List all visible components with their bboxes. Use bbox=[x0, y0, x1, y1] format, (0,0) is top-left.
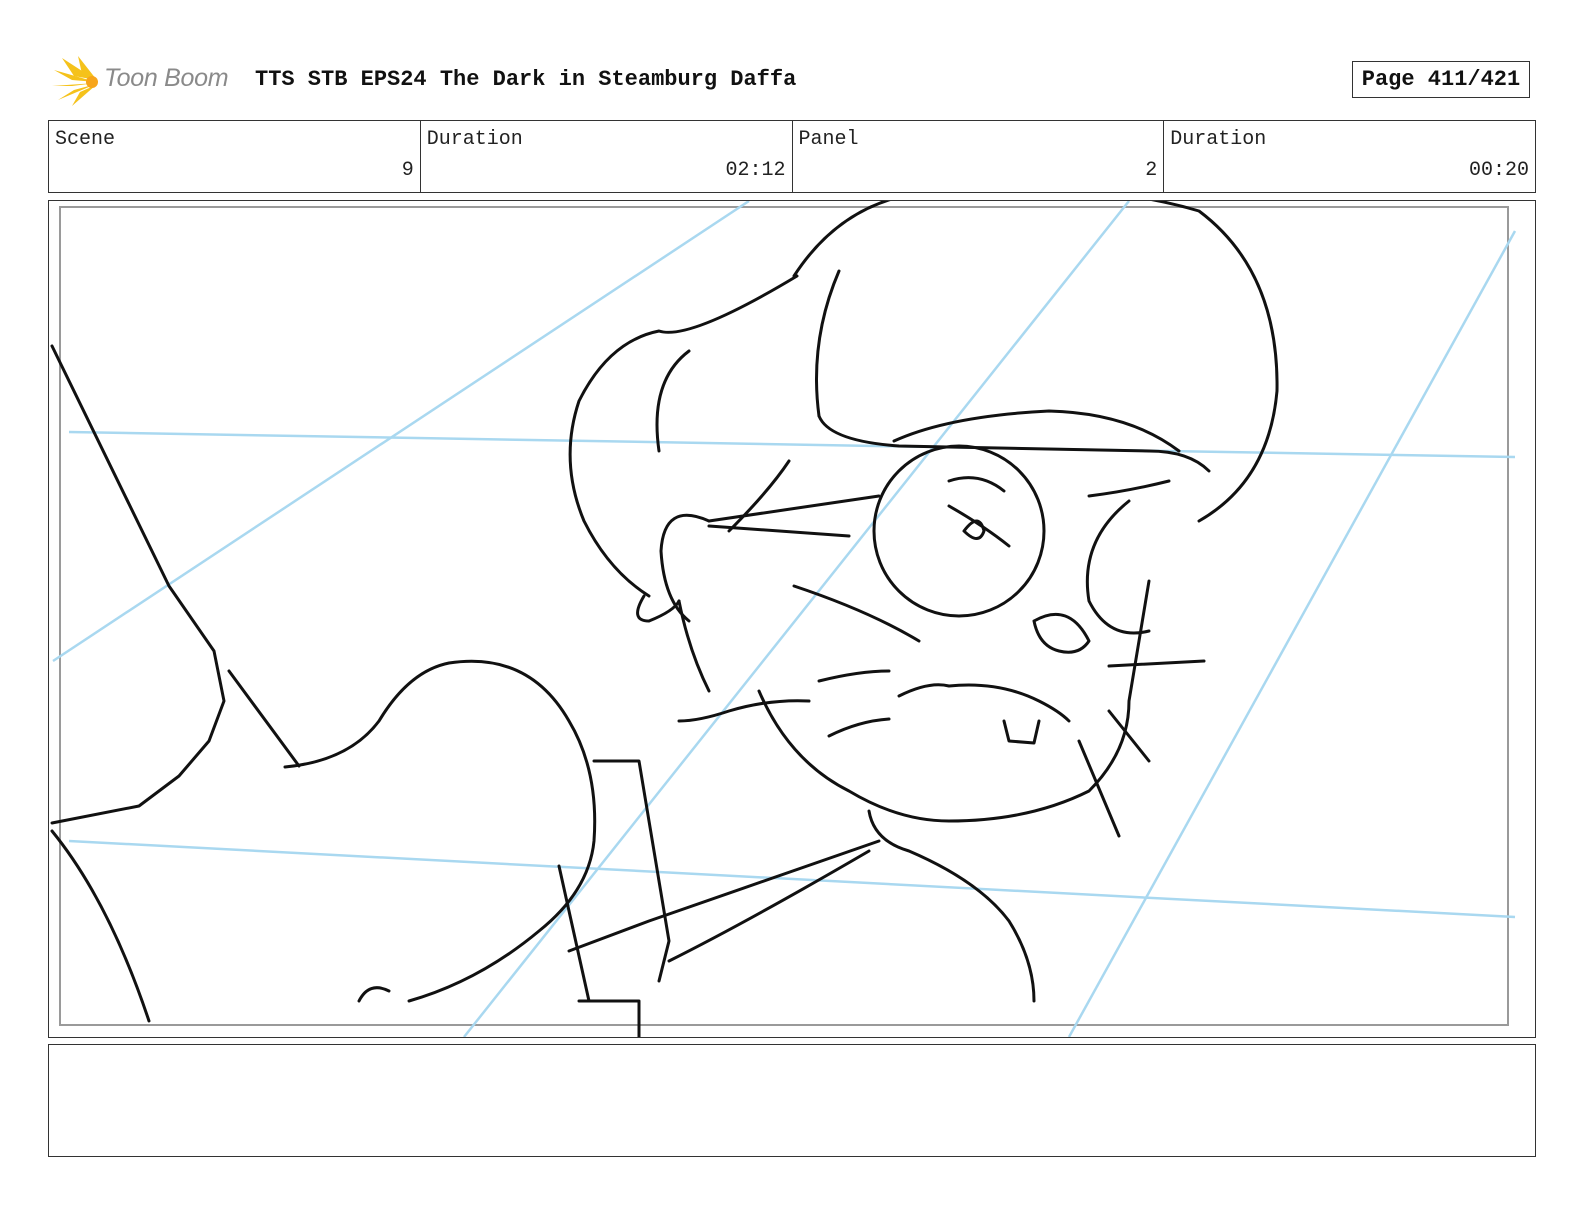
document-title: TTS STB EPS24 The Dark in Steamburg Daff… bbox=[255, 67, 797, 92]
page-header: Toon Boom TTS STB EPS24 The Dark in Stea… bbox=[52, 54, 1532, 106]
panel-label: Panel bbox=[798, 128, 859, 151]
panel-sketch bbox=[50, 201, 1517, 1037]
panel-notes-box bbox=[48, 1044, 1536, 1157]
scene-duration-cell: Duration 02:12 bbox=[419, 121, 792, 192]
scene-cell: Scene 9 bbox=[49, 121, 420, 192]
panel-duration-cell: Duration 00:20 bbox=[1163, 121, 1535, 192]
page-number: Page 411/421 bbox=[1352, 61, 1530, 98]
character-sketch bbox=[50, 201, 1279, 1037]
scene-duration-label: Duration bbox=[426, 128, 523, 151]
panel-value: 2 bbox=[1145, 159, 1158, 182]
logo-text: Toon Boom bbox=[104, 64, 229, 92]
scene-value: 9 bbox=[401, 159, 414, 182]
scene-label: Scene bbox=[55, 128, 116, 151]
storyboard-panel bbox=[48, 200, 1536, 1038]
panel-cell: Panel 2 bbox=[791, 121, 1164, 192]
toon-boom-burst-icon bbox=[52, 56, 98, 106]
toon-boom-logo: Toon Boom bbox=[52, 54, 242, 106]
panel-duration-label: Duration bbox=[1170, 128, 1267, 151]
panel-duration-value: 00:20 bbox=[1468, 159, 1529, 182]
perspective-guides bbox=[52, 201, 1517, 1037]
scene-info-row: Scene 9 Duration 02:12 Panel 2 Duration … bbox=[48, 120, 1536, 193]
safe-area-frame bbox=[59, 206, 1509, 1026]
scene-duration-value: 02:12 bbox=[725, 159, 786, 182]
